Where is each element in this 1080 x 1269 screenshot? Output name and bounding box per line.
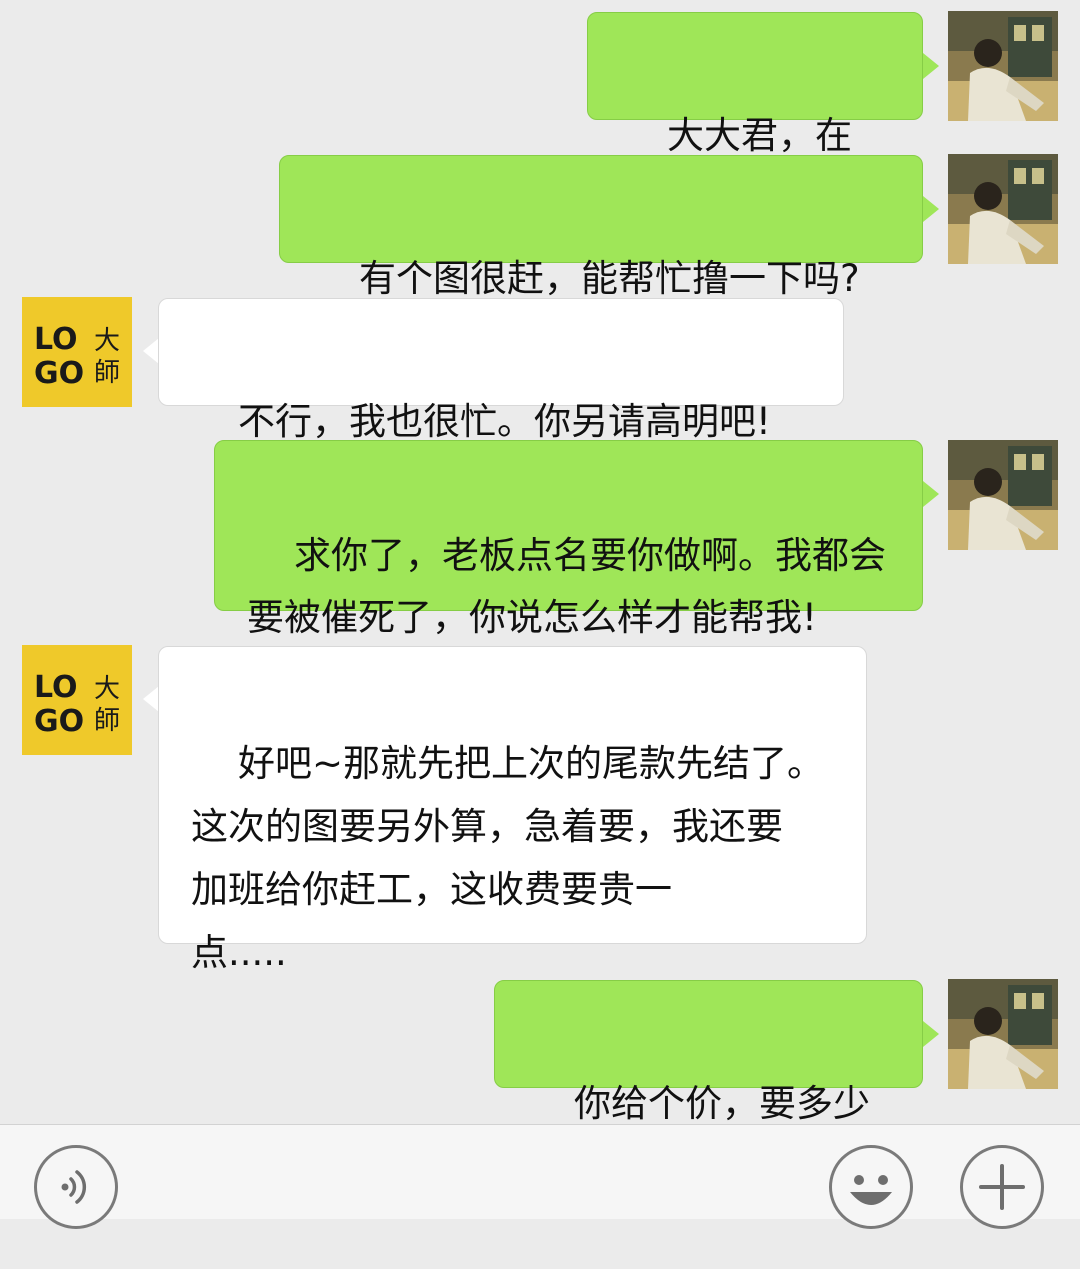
- emoji-button[interactable]: [829, 1145, 913, 1229]
- svg-text:大: 大: [94, 326, 120, 356]
- logo-line1: LO: [34, 322, 78, 357]
- my-avatar[interactable]: [948, 11, 1058, 121]
- message-bubble-received[interactable]: 好吧~那就先把上次的尾款先结了。 这次的图要另外算，急着要，我还要 加班给你赶工…: [158, 646, 867, 974]
- message-text: 好吧~那就先把上次的尾款先结了。 这次的图要另外算，急着要，我还要 加班给你赶工…: [191, 742, 825, 974]
- message-bubble-sent[interactable]: 你给个价，要多少~: [494, 980, 923, 1191]
- svg-text:師: 師: [94, 358, 120, 388]
- logo-line1: LO: [34, 670, 78, 705]
- logo-line2: GO: [34, 356, 84, 391]
- message-bubble-sent[interactable]: 大大君，在吗?: [587, 12, 923, 223]
- bubble-tail: [923, 196, 939, 222]
- message-bubble-sent[interactable]: 有个图很赶，能帮忙撸一下吗?: [279, 155, 923, 300]
- bubble-tail: [143, 338, 159, 364]
- chat-area: 大大君，在吗? 有个图很赶，能帮忙撸一下吗?: [0, 0, 1080, 1191]
- voice-icon: [61, 1170, 87, 1204]
- bubble-tail: [923, 1021, 939, 1047]
- contact-avatar[interactable]: LO GO 大 師: [22, 297, 132, 407]
- more-button[interactable]: [960, 1145, 1044, 1229]
- my-avatar[interactable]: [948, 154, 1058, 264]
- contact-avatar[interactable]: LO GO 大 師: [22, 645, 132, 755]
- bubble-tail: [143, 686, 159, 712]
- message-text: 求你了，老板点名要你做啊。我都会 要被催死了，你说怎么样才能帮我!: [247, 534, 887, 639]
- user-photo-icon: [948, 979, 1058, 1089]
- message-text: 不行，我也很忙。你另请高明吧!: [238, 400, 771, 443]
- user-photo-icon: [948, 11, 1058, 121]
- user-photo-icon: [948, 154, 1058, 264]
- svg-text:大: 大: [94, 674, 120, 704]
- logo-master-icon: LO GO 大 師: [22, 297, 132, 407]
- message-bubble-received[interactable]: 不行，我也很忙。你另请高明吧!: [158, 298, 844, 443]
- plus-icon: [979, 1164, 1025, 1210]
- voice-button[interactable]: [34, 1145, 118, 1229]
- message-bubble-sent[interactable]: 求你了，老板点名要你做啊。我都会 要被催死了，你说怎么样才能帮我!: [214, 440, 923, 639]
- svg-text:師: 師: [94, 706, 120, 736]
- input-toolbar: [0, 1124, 1080, 1229]
- user-photo-icon: [948, 440, 1058, 550]
- message-text: 有个图很赶，能帮忙撸一下吗?: [359, 257, 860, 300]
- logo-master-icon: LO GO 大 師: [22, 645, 132, 755]
- emoji-icon: [850, 1175, 892, 1205]
- bubble-tail: [923, 481, 939, 507]
- my-avatar[interactable]: [948, 440, 1058, 550]
- logo-line2: GO: [34, 704, 84, 739]
- my-avatar[interactable]: [948, 979, 1058, 1089]
- bubble-tail: [923, 53, 939, 79]
